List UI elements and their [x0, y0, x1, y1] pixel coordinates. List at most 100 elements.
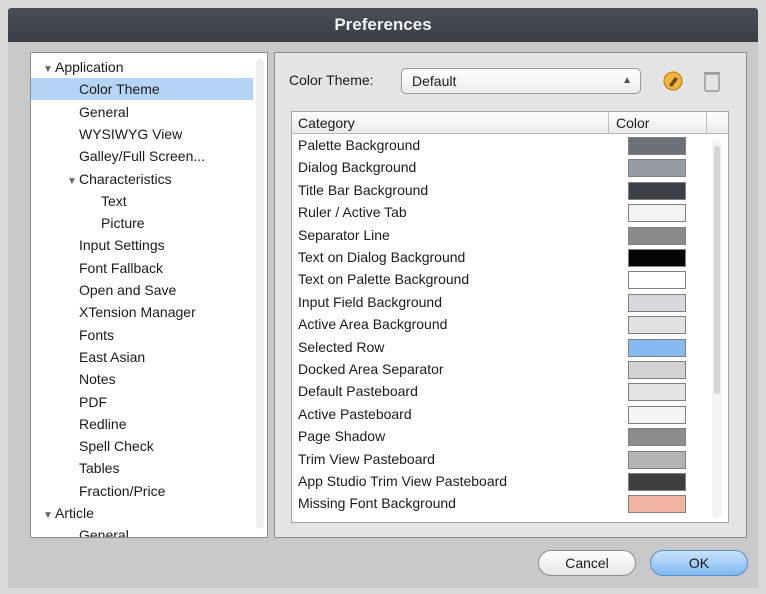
- table-row[interactable]: Active Area Background: [292, 314, 708, 336]
- color-swatch[interactable]: [628, 495, 686, 514]
- category-cell: Palette Background: [298, 137, 421, 153]
- column-header-color[interactable]: Color: [616, 115, 649, 131]
- table-row[interactable]: Ruler / Active Tab: [292, 202, 708, 224]
- sidebar-item-label: General: [79, 103, 129, 120]
- color-swatch[interactable]: [628, 137, 686, 155]
- sidebar-item[interactable]: General: [31, 524, 253, 537]
- sidebar-item-label: Tables: [79, 460, 120, 477]
- category-cell: Input Field Background: [298, 293, 442, 310]
- sidebar-item[interactable]: WYSIWYG View: [31, 123, 253, 145]
- category-cell: Ruler / Active Tab: [298, 204, 407, 221]
- sidebar-item[interactable]: Galley/Full Screen...: [31, 145, 253, 167]
- table-row[interactable]: Input Field Background: [292, 292, 708, 314]
- table-row[interactable]: Active Pasteboard: [292, 404, 708, 426]
- sidebar-item[interactable]: Fraction/Price: [31, 480, 253, 502]
- table-row[interactable]: Docked Area Separator: [292, 359, 708, 381]
- tree-scrollbar[interactable]: [256, 59, 264, 529]
- sidebar-item-label: WYSIWYG View: [79, 125, 183, 142]
- sidebar-item[interactable]: ▼ Characteristics: [31, 168, 253, 190]
- sidebar-item[interactable]: Fonts: [31, 324, 253, 346]
- sidebar-item[interactable]: XTension Manager: [31, 301, 253, 323]
- sidebar-item-label: PDF: [79, 393, 107, 410]
- color-theme-label: Color Theme:: [289, 72, 374, 88]
- edit-theme-icon[interactable]: [662, 70, 684, 92]
- category-cell: Trim View Pasteboard: [298, 450, 435, 467]
- updown-arrows-icon: ▲: [622, 75, 632, 86]
- color-theme-panel: Color Theme: Default ▲ Category Color Pa…: [274, 52, 747, 538]
- category-cell: Text on Dialog Background: [298, 249, 466, 265]
- color-swatch[interactable]: [628, 473, 686, 491]
- cancel-button[interactable]: Cancel: [538, 550, 636, 576]
- sidebar-item[interactable]: Text: [31, 190, 253, 212]
- table-row[interactable]: Missing Font Background: [292, 493, 708, 515]
- sidebar-item-label: Font Fallback: [79, 259, 164, 276]
- color-swatch[interactable]: [628, 450, 686, 469]
- table-row[interactable]: Text on Palette Background: [292, 269, 708, 291]
- category-cell: Active Area Background: [298, 316, 448, 333]
- color-swatch[interactable]: [628, 226, 686, 245]
- sidebar-item[interactable]: Font Fallback: [31, 257, 253, 279]
- color-swatch[interactable]: [628, 293, 686, 312]
- sidebar-item[interactable]: PDF: [31, 391, 253, 413]
- sidebar-item[interactable]: East Asian: [31, 346, 253, 368]
- category-cell: Missing Font Background: [298, 495, 456, 512]
- color-swatch[interactable]: [628, 204, 686, 223]
- color-swatch[interactable]: [628, 405, 686, 424]
- color-swatch[interactable]: [628, 159, 686, 178]
- sidebar-item-label: XTension Manager: [79, 304, 196, 321]
- color-theme-value: Default: [412, 73, 457, 89]
- category-cell: Text on Palette Background: [298, 271, 470, 288]
- table-row[interactable]: Separator Line: [292, 225, 708, 247]
- sidebar-item-label: Characteristics: [79, 170, 172, 187]
- sidebar-item[interactable]: Notes: [31, 368, 253, 390]
- sidebar-item[interactable]: Input Settings: [31, 234, 253, 256]
- color-swatch[interactable]: [628, 271, 686, 290]
- sidebar-item[interactable]: Color Theme: [31, 78, 253, 101]
- preferences-tree: ▼ Application Color Theme General WYSIWYG Vi…: [30, 52, 268, 538]
- table-row[interactable]: Selected Row: [292, 337, 708, 359]
- category-cell: Title Bar Background: [298, 181, 429, 198]
- window-title: Preferences: [334, 15, 432, 34]
- sidebar-item[interactable]: Tables: [31, 457, 253, 479]
- color-swatch[interactable]: [628, 249, 686, 267]
- trash-icon[interactable]: [702, 69, 722, 93]
- color-swatch[interactable]: [628, 428, 686, 447]
- table-row[interactable]: Palette Background: [292, 135, 708, 157]
- sidebar-item[interactable]: Spell Check: [31, 435, 253, 457]
- sidebar-item[interactable]: Redline: [31, 413, 253, 435]
- sidebar-item-label: Galley/Full Screen...: [79, 148, 206, 165]
- table-row[interactable]: Page Shadow: [292, 426, 708, 448]
- sidebar-item[interactable]: ▼ Application: [31, 56, 253, 78]
- color-swatch[interactable]: [628, 338, 686, 357]
- column-header-category[interactable]: Category: [298, 115, 355, 131]
- category-cell: App Studio Trim View Pasteboard: [298, 473, 508, 489]
- sidebar-item-label: Spell Check: [79, 438, 154, 455]
- color-swatch[interactable]: [628, 383, 686, 402]
- category-cell: Page Shadow: [298, 428, 386, 445]
- sidebar-item-label: Application: [55, 59, 124, 75]
- sidebar-item[interactable]: Picture: [31, 212, 253, 234]
- sidebar-item[interactable]: Open and Save: [31, 279, 253, 301]
- title-bar: Preferences: [8, 8, 758, 42]
- table-scrollbar-thumb[interactable]: [714, 146, 720, 394]
- table-row[interactable]: Default Pasteboard: [292, 381, 708, 403]
- sidebar-item-label: Open and Save: [79, 282, 177, 298]
- sidebar-item[interactable]: General: [31, 101, 253, 123]
- color-swatch[interactable]: [628, 361, 686, 379]
- ok-button[interactable]: OK: [650, 550, 748, 576]
- table-row[interactable]: Dialog Background: [292, 157, 708, 179]
- sidebar-item[interactable]: ▼ Article: [31, 502, 253, 524]
- table-row[interactable]: Text on Dialog Background: [292, 247, 708, 269]
- table-row[interactable]: Trim View Pasteboard: [292, 449, 708, 471]
- color-theme-select[interactable]: Default ▲: [401, 68, 641, 94]
- sidebar-item-label: Picture: [101, 215, 145, 232]
- color-swatch[interactable]: [628, 316, 686, 335]
- table-row[interactable]: Title Bar Background: [292, 180, 708, 202]
- color-swatch[interactable]: [628, 181, 686, 200]
- sidebar-item-label: Redline: [79, 415, 127, 432]
- sidebar-item-label: Notes: [79, 371, 116, 388]
- table-row[interactable]: App Studio Trim View Pasteboard: [292, 471, 708, 493]
- category-cell: Default Pasteboard: [298, 383, 418, 400]
- category-cell: Docked Area Separator: [298, 361, 444, 377]
- category-cell: Selected Row: [298, 338, 385, 355]
